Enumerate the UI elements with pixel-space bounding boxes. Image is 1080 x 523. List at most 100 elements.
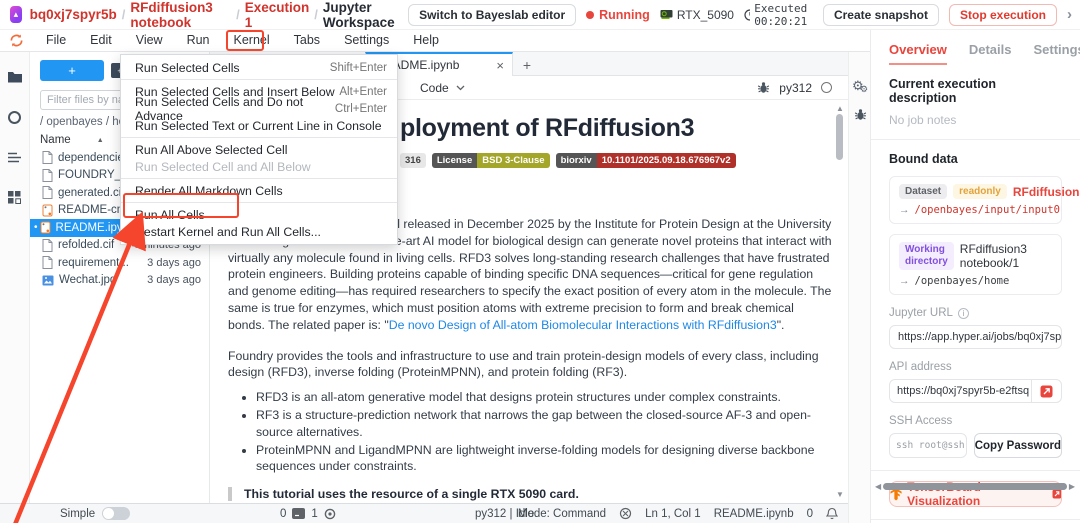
- clock-icon: [744, 8, 751, 21]
- debugger-panel-bug-icon[interactable]: [854, 108, 867, 126]
- open-api-external-icon[interactable]: [1031, 380, 1061, 402]
- file-row[interactable]: requirement... 3 days ago: [30, 254, 209, 272]
- breadcrumb-current-page: Jupyter Workspace: [322, 0, 395, 30]
- new-launcher-button[interactable]: +: [40, 60, 104, 81]
- menu-divider: [121, 178, 397, 179]
- mode-indicator[interactable]: Mode: Command: [518, 508, 606, 520]
- divider: [871, 519, 1080, 520]
- tab-settings[interactable]: Settings: [1033, 42, 1080, 65]
- file-row[interactable]: Wechat.jpg 3 days ago: [30, 272, 209, 290]
- jupyter-url-field[interactable]: https://app.hyper.ai/jobs/bq0xj7spyr: [889, 325, 1062, 349]
- menu-item-run-no-advance[interactable]: Run Selected Cells and Do not Advance Ctr…: [121, 95, 397, 123]
- running-sessions-indicator[interactable]: 0 1: [280, 508, 336, 520]
- create-snapshot-button[interactable]: Create snapshot: [822, 3, 939, 26]
- bullet-rf3: RF3 is a structure-prediction network th…: [256, 407, 836, 441]
- simple-mode-control: Simple: [60, 507, 131, 520]
- gpu-indicator: RTX_5090: [660, 8, 734, 22]
- working-directory-path: →/openbayes/home: [899, 275, 1010, 287]
- stop-execution-button[interactable]: Stop execution: [948, 3, 1057, 26]
- jupyter-url-label: Jupyter URL i: [871, 295, 1080, 319]
- menu-view[interactable]: View: [124, 30, 175, 51]
- table-of-contents-icon[interactable]: [8, 152, 21, 163]
- execution-side-panel: Overview Details Settings Current execut…: [870, 30, 1080, 523]
- menu-edit[interactable]: Edit: [78, 30, 124, 51]
- breadcrumb-job-id[interactable]: bq0xj7spyr5b: [30, 7, 117, 22]
- vertical-scrollbar-thumb[interactable]: [836, 114, 843, 160]
- horizontal-scrollbar-thumb[interactable]: [883, 482, 1067, 490]
- scroll-down-arrow[interactable]: ▼: [836, 490, 844, 499]
- breadcrumb-separator: /: [121, 7, 126, 22]
- cell-type-dropdown[interactable]: Code: [420, 81, 465, 95]
- license-badge: License BSD 3-Clause: [431, 153, 550, 168]
- ssh-access-label: SSH Access: [889, 415, 953, 427]
- right-activity-strip: ⚙ ⚙: [848, 52, 870, 523]
- scroll-left-arrow[interactable]: ◀: [875, 482, 881, 491]
- breadcrumb-execution[interactable]: Execution 1: [245, 0, 310, 30]
- new-tab-button[interactable]: +: [517, 55, 537, 75]
- left-activity-bar: [0, 52, 30, 503]
- simple-mode-toggle[interactable]: [102, 507, 131, 520]
- extension-manager-icon[interactable]: [8, 191, 21, 204]
- foundry-paragraph: Foundry provides the tools and infrastru…: [228, 348, 819, 380]
- scroll-up-arrow[interactable]: ▲: [836, 104, 844, 113]
- file-icon: [42, 186, 53, 200]
- close-tab-icon[interactable]: ×: [496, 58, 504, 73]
- running-sessions-icon[interactable]: [8, 111, 21, 124]
- terminal-icon: [292, 508, 306, 519]
- ssh-command-field[interactable]: ssh root@ssh.: [889, 433, 967, 458]
- kernel-status-circle-icon: [821, 82, 832, 93]
- menu-help[interactable]: Help: [401, 30, 451, 51]
- tab-overview[interactable]: Overview: [889, 42, 947, 65]
- badges-row: 316 License BSD 3-Clause biorxiv 10.1101/2…: [400, 153, 840, 168]
- working-directory-name: RFdiffusion3 notebook/1: [959, 242, 1027, 270]
- menu-file[interactable]: File: [34, 30, 78, 51]
- stars-badge-fragment: 316: [400, 153, 426, 168]
- sort-arrow-icon: ▲: [96, 136, 104, 144]
- menu-tabs[interactable]: Tabs: [282, 30, 332, 51]
- bullet-proteinmpnn: ProteinMPNN and LigandMPNN are lightweig…: [256, 442, 836, 476]
- app-window: ▴ bq0xj7spyr5b / RFdiffusion3 notebook /…: [0, 0, 1080, 523]
- statusbar-filename: README.ipynb: [713, 507, 794, 520]
- menu-item-run-cell-and-below: Run Selected Cell and All Below: [135, 159, 311, 174]
- kernel-name-label: py312: [779, 80, 812, 95]
- notebook-title: ployment of RFdiffusion3: [400, 114, 695, 142]
- breadcrumb-notebook[interactable]: RFdiffusion3 notebook: [130, 0, 231, 30]
- image-file-icon: [42, 275, 54, 286]
- file-icon: [42, 238, 53, 252]
- file-icon: [42, 256, 53, 270]
- dataset-name-link[interactable]: RFdiffusion3: [1013, 185, 1080, 199]
- menu-item-run-all-above[interactable]: Run All Above Selected Cell: [121, 141, 397, 158]
- arrow-right-icon: →: [899, 204, 910, 216]
- switch-editor-button[interactable]: Switch to Bayeslab editor: [408, 3, 577, 26]
- api-address-field[interactable]: https://bq0xj7spyr5b-e2ftsq: [889, 379, 1062, 403]
- info-icon[interactable]: i: [957, 307, 969, 319]
- sync-icon: [9, 33, 24, 48]
- bullet-rfd3: RFD3 is an all-atom generative model tha…: [256, 389, 836, 406]
- copy-password-button[interactable]: Copy Password: [973, 433, 1062, 458]
- trust-shield-icon[interactable]: [619, 507, 632, 520]
- collapse-panel-chevron[interactable]: ›: [1067, 6, 1072, 23]
- scroll-right-arrow[interactable]: ▶: [1069, 482, 1075, 491]
- bell-icon[interactable]: [826, 507, 838, 520]
- cursor-position[interactable]: Ln 1, Col 1: [645, 508, 701, 520]
- menu-divider: [121, 137, 397, 138]
- bound-data-title: Bound data: [889, 152, 958, 166]
- dataset-badge: Dataset: [899, 184, 948, 199]
- debugger-bug-icon[interactable]: [757, 81, 770, 94]
- menu-item-run-text-in-console[interactable]: Run Selected Text or Current Line in Con…: [121, 117, 397, 134]
- gpu-icon: [660, 10, 673, 19]
- file-browser-icon[interactable]: [7, 70, 23, 83]
- menu-item-run-selected-cells[interactable]: Run Selected Cells Shift+Enter: [121, 59, 397, 76]
- working-directory-badge: Working directory: [899, 242, 954, 270]
- horizontal-scrollbar[interactable]: ◀ ▶: [875, 481, 1075, 491]
- model-bullet-list: RFD3 is an all-atom generative model tha…: [256, 389, 836, 475]
- menu-item-restart-run-all[interactable]: Restart Kernel and Run All Cells...: [121, 223, 397, 240]
- property-inspector-gears-icon[interactable]: ⚙ ⚙: [852, 78, 868, 94]
- tab-details[interactable]: Details: [969, 42, 1012, 65]
- kernel-icon: [324, 508, 336, 519]
- notebook-icon: [40, 221, 51, 234]
- menu-run[interactable]: Run: [175, 30, 222, 51]
- menu-settings[interactable]: Settings: [332, 30, 401, 51]
- kernel-count: 1: [311, 507, 318, 520]
- paper-link[interactable]: De novo Design of All-atom Biomolecular …: [389, 318, 777, 332]
